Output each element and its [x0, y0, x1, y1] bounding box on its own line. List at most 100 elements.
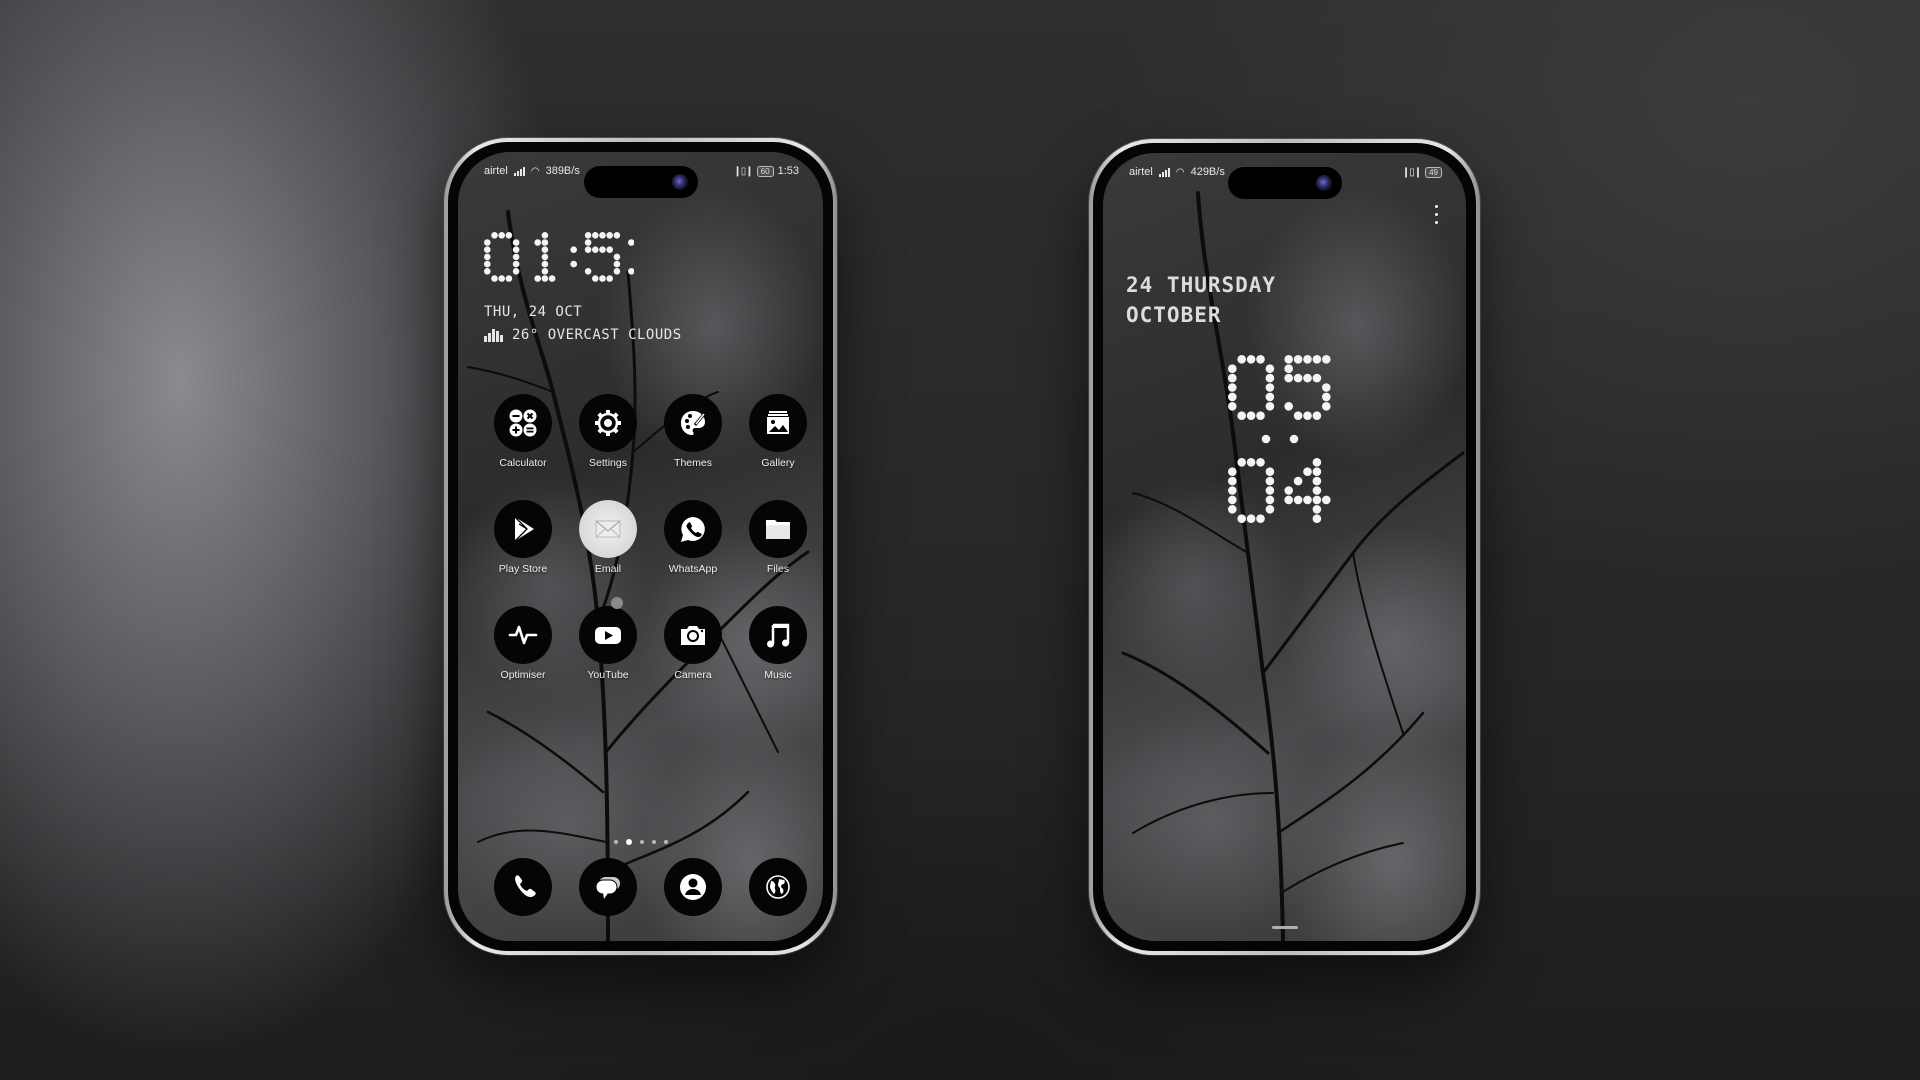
clock-dot — [1284, 402, 1293, 411]
clock-dot — [512, 268, 520, 275]
app-label: Gallery — [761, 457, 795, 469]
page-dot[interactable] — [663, 840, 668, 844]
clock-dot — [592, 232, 599, 239]
clock-dot — [613, 232, 621, 239]
lock-dot-matrix-clock — [1228, 355, 1331, 523]
page-dot[interactable] — [613, 840, 618, 844]
clock-dot — [1246, 355, 1256, 364]
clock-dot — [541, 239, 549, 246]
home-screen: airtel ◠ 389B/s ❙▯❙ 60 1:53 THU, 24 OCT … — [458, 152, 823, 941]
clock-dot — [570, 246, 577, 253]
calculator-icon — [509, 409, 537, 437]
cloud-icon — [484, 328, 506, 342]
page-dot-active[interactable] — [625, 839, 632, 845]
dock-browser[interactable] — [735, 858, 821, 916]
app-music[interactable]: Music — [735, 606, 821, 681]
wifi-icon: ◠ — [530, 165, 540, 177]
app-email[interactable]: Email — [565, 500, 651, 575]
wallpaper-branches — [1121, 191, 1465, 941]
clock-dot — [1237, 411, 1246, 420]
notification-dot — [611, 597, 623, 609]
clock-dot — [1265, 402, 1275, 411]
app-label: Settings — [589, 457, 627, 469]
app-themes[interactable]: Themes — [650, 394, 736, 469]
palette-icon — [681, 411, 707, 435]
clock-dot — [613, 253, 621, 261]
app-label: Email — [594, 563, 622, 575]
lock-screen: airtel ◠ 429B/s ❙▯❙ 49 24 THURSDAY OCTOB… — [1103, 153, 1466, 941]
clock-dot — [584, 246, 592, 253]
clock-dot — [541, 260, 549, 268]
clock-dot — [1265, 486, 1275, 495]
clock-dot — [599, 275, 606, 282]
clock-dot — [1256, 411, 1265, 420]
clock-dot — [1284, 364, 1293, 373]
clock-dot — [1228, 383, 1237, 392]
page-dot[interactable] — [639, 840, 644, 844]
clock-dot — [1265, 383, 1275, 392]
app-optimiser[interactable]: Optimiser — [480, 606, 566, 681]
clock-dot — [613, 268, 621, 275]
clock-dot — [1228, 402, 1237, 411]
app-camera[interactable]: Camera — [650, 606, 736, 681]
battery-level: 60 — [760, 166, 770, 176]
clock-dot — [512, 246, 520, 253]
gallery-icon — [767, 411, 789, 434]
play-store-icon — [514, 516, 534, 542]
dock-contacts[interactable] — [650, 858, 736, 916]
page-dot[interactable] — [651, 840, 656, 844]
app-youtube[interactable]: YouTube — [565, 606, 651, 681]
status-time: 1:53 — [777, 165, 799, 177]
dock-phone[interactable] — [480, 858, 566, 916]
clock-dot — [1265, 467, 1275, 476]
app-files[interactable]: Files — [735, 500, 821, 575]
clock-dot — [592, 246, 599, 253]
dot-matrix-clock[interactable] — [484, 232, 634, 288]
weather-widget[interactable]: 26° OVERCAST CLOUDS — [484, 327, 682, 343]
app-gallery[interactable]: Gallery — [735, 394, 821, 469]
clock-dot — [1265, 495, 1275, 505]
app-settings[interactable]: Settings — [565, 394, 651, 469]
app-calculator[interactable]: Calculator — [480, 394, 566, 469]
clock-dot — [1322, 402, 1331, 411]
clock-dot — [512, 260, 520, 268]
clock-dot — [1246, 411, 1256, 420]
clock-dot — [628, 239, 634, 246]
clock-dot — [1228, 476, 1237, 486]
pulse-icon — [508, 625, 538, 645]
clock-dot — [1312, 411, 1322, 420]
network-speed: 389B/s — [545, 165, 580, 177]
page-indicator[interactable] — [613, 839, 668, 845]
app-whatsapp[interactable]: WhatsApp — [650, 500, 736, 575]
home-indicator[interactable] — [1271, 926, 1298, 929]
clock-dot — [1303, 355, 1312, 364]
clock-dot — [606, 275, 613, 282]
clock-dot — [512, 239, 520, 246]
wifi-icon: ◠ — [1175, 166, 1185, 178]
date-text[interactable]: THU, 24 OCT — [484, 304, 582, 320]
app-label: Calculator — [499, 457, 547, 469]
clock-dot — [599, 232, 606, 239]
clock-dot — [1284, 486, 1293, 495]
clock-dot — [584, 239, 592, 246]
clock-dot — [1322, 495, 1331, 505]
clock-dot — [498, 275, 505, 282]
vibrate-icon: ❙▯❙ — [733, 165, 753, 177]
dock-messages[interactable] — [565, 858, 651, 916]
clock-dot — [484, 239, 491, 246]
clock-dot — [1256, 355, 1265, 364]
clock-dot — [1237, 458, 1246, 467]
person-icon — [680, 874, 706, 900]
clock-dot — [541, 268, 549, 275]
clock-dot — [1312, 355, 1322, 364]
clock-dot — [541, 232, 549, 239]
clock-dot — [1246, 458, 1256, 467]
more-options-icon[interactable] — [1435, 205, 1438, 224]
app-play-store[interactable]: Play Store — [480, 500, 566, 575]
clock-dot — [1246, 514, 1256, 523]
lock-screen-phone: airtel ◠ 429B/s ❙▯❙ 49 24 THURSDAY OCTOB… — [1089, 139, 1480, 955]
clock-dot — [592, 275, 599, 282]
home-screen-phone: airtel ◠ 389B/s ❙▯❙ 60 1:53 THU, 24 OCT … — [444, 138, 837, 955]
app-label: Camera — [674, 669, 712, 681]
clock-dot — [599, 246, 606, 253]
